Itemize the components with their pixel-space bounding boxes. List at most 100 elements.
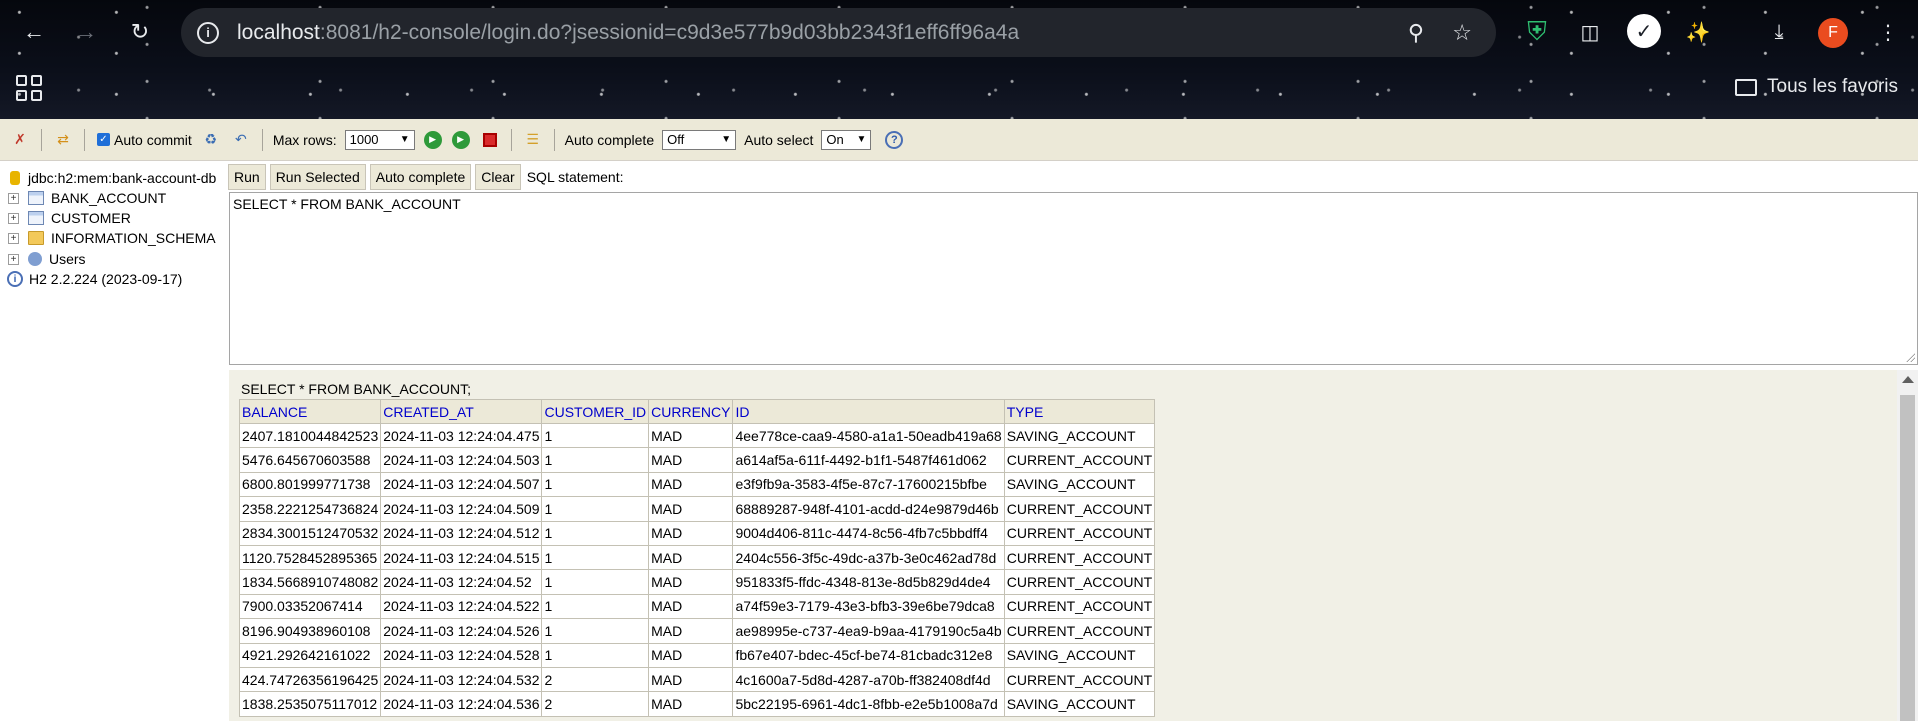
table-cell: MAD <box>648 691 734 717</box>
table-cell: 2024-11-03 12:24:04.52 <box>380 569 543 595</box>
table-cell: MAD <box>648 544 734 571</box>
auto-complete-select[interactable]: Off ▼ <box>662 129 737 150</box>
table-cell: 2404c556-3f5c-49dc-a37b-3e0c462ad78d <box>732 544 1005 571</box>
expand-icon[interactable]: + <box>8 232 19 244</box>
table-cell: SAVING_ACCOUNT <box>1003 471 1156 498</box>
table-cell: CURRENT_ACCOUNT <box>1003 544 1156 571</box>
expand-icon[interactable]: + <box>8 253 19 265</box>
shield-extension-icon[interactable]: ⛨ <box>1519 14 1555 50</box>
info-icon: i <box>7 271 23 287</box>
camera-icon[interactable]: ◫ <box>1572 14 1608 50</box>
table-cell: 1 <box>541 471 650 498</box>
chevron-down-icon: ▼ <box>721 134 732 145</box>
column-header[interactable]: ID <box>732 399 1005 424</box>
table-cell: MAD <box>648 496 734 522</box>
table-cell: MAD <box>648 618 734 644</box>
apps-grid-icon[interactable] <box>16 75 42 101</box>
address-bar[interactable]: i localhost:8081/h2-console/login.do?jse… <box>181 8 1496 57</box>
auto-commit-checkbox[interactable]: ✓ <box>97 133 110 146</box>
run-selected-icon[interactable]: ▶ <box>451 130 470 149</box>
tree-item-customer[interactable]: + CUSTOMER <box>0 208 131 228</box>
star-icon[interactable]: ☆ <box>1452 20 1472 46</box>
site-info-icon[interactable]: i <box>197 21 219 44</box>
table-cell: MAD <box>648 422 734 449</box>
table-row: 1834.5668910748082 2024-11-03 12:24:04.52… <box>238 569 1156 595</box>
table-cell: 2024-11-03 12:24:04.532 <box>380 666 543 693</box>
run-icon[interactable]: ▶ <box>423 130 442 149</box>
tree-connection[interactable]: jdbc:h2:mem:bank-account-db <box>0 168 216 188</box>
table-cell: CURRENT_ACCOUNT <box>1003 569 1156 595</box>
table-cell: 4921.292642161022 <box>238 642 382 668</box>
table-cell: 2407.1810044842523 <box>238 422 382 449</box>
table-header-row: BALANCE CREATED_AT CUSTOMER_ID CURRENCY ID TY… <box>238 399 1156 424</box>
tree-item-label: Users <box>49 251 86 267</box>
auto-complete-button[interactable]: Auto complete <box>369 163 472 190</box>
result-query-echo: SELECT * FROM BANK_ACCOUNT; <box>241 381 472 397</box>
table-cell: CURRENT_ACCOUNT <box>1003 496 1156 522</box>
table-cell: 2024-11-03 12:24:04.528 <box>380 642 543 668</box>
commit-icon[interactable]: ♻ <box>201 130 221 150</box>
run-button[interactable]: Run <box>228 163 266 190</box>
table-cell: 2024-11-03 12:24:04.509 <box>380 496 543 522</box>
column-header[interactable]: BALANCE <box>238 399 382 424</box>
column-header[interactable]: CREATED_AT <box>380 399 543 424</box>
table-row: 8196.904938960108 2024-11-03 12:24:04.526… <box>238 618 1156 644</box>
refresh-icon[interactable]: ⇄ <box>53 130 73 150</box>
url-text[interactable]: localhost:8081/h2-console/login.do?jsess… <box>237 21 1019 45</box>
table-cell: MAD <box>648 666 734 693</box>
auto-select-select[interactable]: On ▼ <box>821 129 872 150</box>
results-panel: SELECT * FROM BANK_ACCOUNT; BALANCE CREAT… <box>229 370 1897 721</box>
sql-text[interactable]: SELECT * FROM BANK_ACCOUNT <box>233 196 461 212</box>
table-cell: MAD <box>648 471 734 498</box>
tree-item-users[interactable]: + Users <box>0 249 86 269</box>
column-header[interactable]: TYPE <box>1003 399 1156 424</box>
reload-icon[interactable]: ↻ <box>122 14 158 50</box>
expand-icon[interactable]: + <box>8 192 19 204</box>
table-cell: a614af5a-611f-4492-b1f1-5487f461d062 <box>732 447 1005 473</box>
table-cell: CURRENT_ACCOUNT <box>1003 666 1156 693</box>
disconnect-icon[interactable]: ✗ <box>10 130 30 150</box>
tree-item-label: BANK_ACCOUNT <box>51 190 167 206</box>
version-label: H2 2.2.224 (2023-09-17) <box>29 271 183 287</box>
download-icon[interactable]: ⤓ <box>1761 14 1797 50</box>
sql-editor[interactable]: SELECT * FROM BANK_ACCOUNT <box>229 192 1918 365</box>
avatar[interactable]: F <box>1818 18 1848 48</box>
column-header[interactable]: CURRENCY <box>648 399 734 424</box>
puzzle-icon[interactable]: ✨ <box>1680 14 1716 50</box>
browser-chrome: ← → ↻ i localhost:8081/h2-console/login.… <box>0 0 1918 119</box>
check-extension-icon[interactable]: ✓ <box>1627 14 1661 48</box>
table-cell: 951833f5-ffdc-4348-813e-8d5b829d4de4 <box>732 569 1005 595</box>
table-cell: 2024-11-03 12:24:04.522 <box>380 593 543 620</box>
table-cell: 1834.5668910748082 <box>238 569 382 595</box>
table-row: 2358.2221254736824 2024-11-03 12:24:04.50… <box>238 496 1156 522</box>
scroll-thumb[interactable] <box>1900 395 1915 721</box>
forward-icon[interactable]: → <box>68 14 104 50</box>
table-cell: SAVING_ACCOUNT <box>1003 422 1156 449</box>
expand-icon[interactable]: + <box>8 212 19 224</box>
max-rows-label: Max rows: <box>272 131 337 148</box>
scroll-up-icon[interactable] <box>1902 376 1914 383</box>
table-cell: 9004d406-811c-4474-8c56-4fb7c5bbdff4 <box>732 520 1005 546</box>
tree-item-bank-account[interactable]: + BANK_ACCOUNT <box>0 188 166 208</box>
table-cell: 2 <box>541 691 650 717</box>
toolbar-separator <box>553 128 555 151</box>
resize-grip-icon[interactable] <box>1905 352 1915 362</box>
rollback-icon[interactable]: ↶ <box>231 130 251 150</box>
all-bookmarks-button[interactable]: Tous les favoris <box>1735 76 1898 98</box>
help-icon[interactable]: ? <box>885 130 904 149</box>
column-header[interactable]: CUSTOMER_ID <box>541 399 650 424</box>
back-icon[interactable]: ← <box>16 14 52 50</box>
folder-icon <box>28 231 44 245</box>
history-icon[interactable]: ☰ <box>523 130 543 150</box>
results-scrollbar[interactable] <box>1897 370 1918 721</box>
toolbar-separator <box>84 128 85 151</box>
run-selected-button[interactable]: Run Selected <box>269 163 366 190</box>
table-cell: 2358.2221254736824 <box>238 496 382 522</box>
stop-icon[interactable] <box>482 132 497 147</box>
folder-icon <box>1735 78 1758 96</box>
clear-button[interactable]: Clear <box>475 163 521 190</box>
tree-item-information-schema[interactable]: + INFORMATION_SCHEMA <box>0 228 216 248</box>
zoom-icon[interactable]: ⚲ <box>1408 20 1424 46</box>
kebab-menu-icon[interactable]: ⋮ <box>1870 14 1906 50</box>
max-rows-select[interactable]: 1000 ▼ <box>344 129 415 150</box>
